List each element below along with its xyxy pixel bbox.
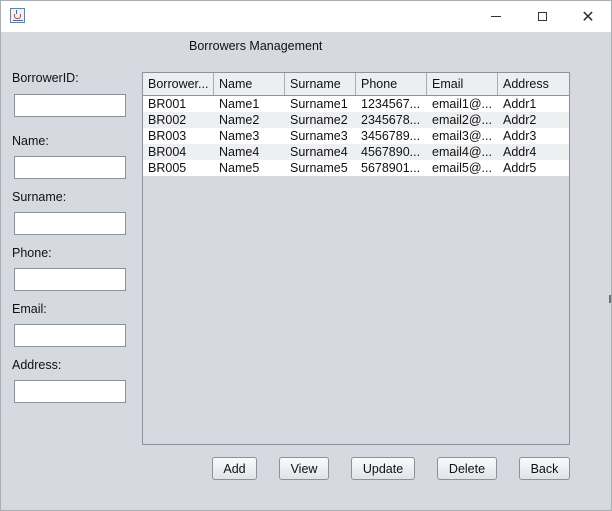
name-field[interactable] [14, 156, 126, 179]
table-cell: 1234567... [361, 97, 421, 111]
email-field[interactable] [14, 324, 126, 347]
borrowers-window: ✕ Borrowers Management BorrowerID: Name:… [0, 0, 612, 511]
column-header-name[interactable]: Name [214, 73, 285, 95]
table-cell: Addr2 [503, 113, 537, 127]
table-header: Borrower... Name Surname Phone Email Add… [143, 73, 569, 96]
table-cell: Addr1 [503, 97, 537, 111]
maximize-button[interactable] [519, 1, 565, 32]
table-cell: email3@... [432, 129, 492, 143]
table-cell: BR005 [148, 161, 187, 175]
column-header-address[interactable]: Address [498, 73, 569, 95]
add-button[interactable]: Add [212, 457, 257, 480]
maximize-icon [537, 12, 547, 21]
delete-button[interactable]: Delete [437, 457, 497, 480]
address-field[interactable] [14, 380, 126, 403]
table-cell: Addr5 [503, 161, 537, 175]
minimize-icon [491, 16, 501, 17]
phone-label: Phone: [12, 246, 52, 260]
table-cell: 4567890... [361, 145, 421, 159]
table-row[interactable]: BR003 Name3 Surname3 3456789... email3@.… [143, 128, 569, 144]
table-cell: Addr4 [503, 145, 537, 159]
table-cell: BR004 [148, 145, 187, 159]
borrowers-table[interactable]: Borrower... Name Surname Phone Email Add… [142, 72, 570, 445]
column-header-surname[interactable]: Surname [285, 73, 356, 95]
update-button[interactable]: Update [351, 457, 415, 480]
table-cell: Surname5 [290, 161, 348, 175]
table-row[interactable]: BR002 Name2 Surname2 2345678... email2@.… [143, 112, 569, 128]
surname-field[interactable] [14, 212, 126, 235]
table-cell: Name4 [219, 145, 260, 159]
view-button[interactable]: View [279, 457, 329, 480]
borrower-id-field[interactable] [14, 94, 126, 117]
address-label: Address: [12, 358, 62, 372]
table-cell: Surname3 [290, 129, 348, 143]
table-cell: Name2 [219, 113, 260, 127]
title-bar[interactable]: ✕ [1, 1, 611, 32]
table-cell: 3456789... [361, 129, 421, 143]
table-cell: Name5 [219, 161, 260, 175]
table-body: BR001 Name1 Surname1 1234567... email1@.… [143, 96, 569, 176]
name-label: Name: [12, 134, 49, 148]
table-cell: Name1 [219, 97, 260, 111]
resize-edge-marker [609, 295, 611, 303]
phone-field[interactable] [14, 268, 126, 291]
column-header-borrower-id[interactable]: Borrower... [143, 73, 214, 95]
table-row[interactable]: BR005 Name5 Surname5 5678901... email5@.… [143, 160, 569, 176]
column-header-email[interactable]: Email [427, 73, 498, 95]
table-cell: Surname4 [290, 145, 348, 159]
table-row[interactable]: BR004 Name4 Surname4 4567890... email4@.… [143, 144, 569, 160]
table-cell: Name3 [219, 129, 260, 143]
page-title: Borrowers Management [189, 39, 323, 53]
java-cup-icon[interactable] [10, 8, 25, 23]
borrower-id-label: BorrowerID: [12, 71, 79, 85]
table-cell: email5@... [432, 161, 492, 175]
email-label: Email: [12, 302, 47, 316]
minimize-button[interactable] [473, 1, 519, 32]
back-button[interactable]: Back [519, 457, 570, 480]
column-header-phone[interactable]: Phone [356, 73, 427, 95]
table-cell: Addr3 [503, 129, 537, 143]
table-cell: BR001 [148, 97, 187, 111]
table-cell: email2@... [432, 113, 492, 127]
table-cell: 2345678... [361, 113, 421, 127]
table-cell: Surname2 [290, 113, 348, 127]
table-cell: Surname1 [290, 97, 348, 111]
table-cell: email1@... [432, 97, 492, 111]
surname-label: Surname: [12, 190, 67, 204]
close-icon: ✕ [581, 7, 595, 26]
table-row[interactable]: BR001 Name1 Surname1 1234567... email1@.… [143, 96, 569, 112]
table-cell: 5678901... [361, 161, 421, 175]
table-cell: BR003 [148, 129, 187, 143]
close-button[interactable]: ✕ [565, 1, 611, 32]
table-cell: email4@... [432, 145, 492, 159]
table-cell: BR002 [148, 113, 187, 127]
